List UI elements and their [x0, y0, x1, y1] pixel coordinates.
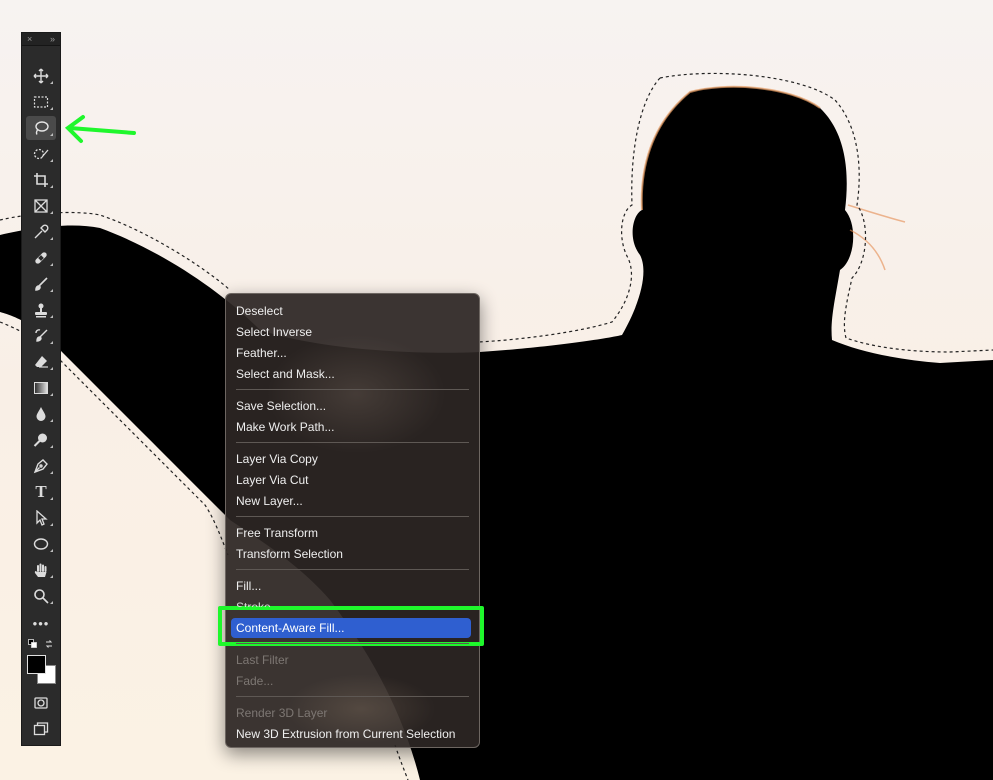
menu-item-save-selection[interactable]: Save Selection...	[236, 396, 326, 416]
menu-item-select-and-mask[interactable]: Select and Mask...	[236, 364, 335, 384]
pen-icon	[33, 459, 48, 474]
eyedropper-tool[interactable]	[26, 220, 56, 244]
menu-item-content-aware-fill[interactable]: Content-Aware Fill...	[231, 618, 471, 638]
ellipse-icon	[33, 538, 49, 550]
zoom-icon	[34, 589, 49, 604]
menu-item-last-filter: Last Filter	[236, 653, 289, 667]
path-selection-tool[interactable]	[26, 506, 56, 530]
pen-tool[interactable]	[26, 454, 56, 478]
photo-canvas[interactable]	[0, 0, 993, 780]
menu-item-stroke[interactable]: Stroke...	[236, 597, 281, 607]
menu-item-fill[interactable]: Fill...	[236, 576, 261, 596]
menu-separator	[236, 643, 469, 644]
menu-separator	[236, 389, 469, 390]
menu-item-select-inverse[interactable]: Select Inverse	[236, 322, 312, 342]
hand-tool[interactable]	[26, 558, 56, 582]
brush-tool[interactable]	[26, 272, 56, 296]
history-brush-tool[interactable]	[26, 324, 56, 348]
quick-select-icon	[33, 148, 49, 160]
type-icon: T	[35, 482, 47, 501]
gradient-tool[interactable]	[26, 376, 56, 400]
gradient-icon	[34, 382, 48, 394]
menu-item-render-3d-layer: Render 3D Layer	[236, 706, 328, 720]
lasso-tool[interactable]	[26, 116, 56, 140]
zoom-tool[interactable]	[26, 584, 56, 608]
menu-item-layer-via-cut[interactable]: Layer Via Cut	[236, 470, 309, 490]
move-icon	[33, 68, 49, 84]
context-menu: Deselect Select Inverse Feather... Selec…	[225, 293, 480, 748]
menu-separator	[236, 516, 469, 517]
drop-icon	[36, 407, 46, 421]
move-tool[interactable]	[26, 64, 56, 88]
frame-tool[interactable]	[26, 194, 56, 218]
frame-icon	[34, 199, 48, 213]
brush-icon	[35, 277, 48, 291]
default-colors-icon	[28, 639, 37, 648]
expand-panel-icon[interactable]: »	[50, 34, 55, 44]
arrow-cursor-icon	[36, 510, 48, 526]
swap-colors-icon	[45, 640, 53, 648]
stamp-icon	[35, 303, 47, 318]
panel-header: × »	[22, 33, 60, 46]
menu-item-fade: Fade...	[236, 674, 274, 688]
dodge-icon	[33, 433, 47, 447]
more-icon: •••	[32, 615, 50, 631]
menu-item-transform-selection[interactable]: Transform Selection	[236, 544, 343, 564]
menu-item-feather[interactable]: Feather...	[236, 343, 287, 363]
menu-separator	[236, 569, 469, 570]
menu-separator	[236, 442, 469, 443]
quick-selection-tool[interactable]	[26, 142, 56, 166]
menu-item-new-3d-extrusion[interactable]: New 3D Extrusion from Current Selection	[236, 724, 455, 744]
quick-mask-icon	[34, 697, 48, 709]
menu-item-new-layer[interactable]: New Layer...	[236, 491, 303, 511]
history-brush-icon	[35, 329, 48, 342]
bandage-icon	[35, 252, 47, 264]
crop-icon	[34, 173, 48, 187]
blur-tool[interactable]	[26, 402, 56, 426]
menu-item-free-transform[interactable]: Free Transform	[236, 523, 318, 543]
foreground-color-swatch[interactable]	[27, 655, 46, 674]
type-tool[interactable]: T	[26, 480, 56, 504]
hand-icon	[34, 563, 47, 577]
menu-separator	[236, 696, 469, 697]
crop-tool[interactable]	[26, 168, 56, 192]
dodge-tool[interactable]	[26, 428, 56, 452]
screen-mode-tool[interactable]	[26, 717, 56, 741]
swap-default-colors[interactable]	[26, 637, 56, 651]
rect-marquee-icon	[33, 96, 49, 108]
ellipse-tool[interactable]	[26, 532, 56, 556]
healing-tool[interactable]	[26, 246, 56, 270]
menu-item-make-work-path[interactable]: Make Work Path...	[236, 417, 334, 437]
marquee-tool[interactable]	[26, 90, 56, 114]
edit-toolbar[interactable]: •••	[26, 611, 56, 635]
eraser-tool[interactable]	[26, 350, 56, 374]
lasso-icon	[35, 121, 49, 135]
menu-item-layer-via-copy[interactable]: Layer Via Copy	[236, 449, 318, 469]
eraser-icon	[35, 356, 48, 368]
quick-mask-tool[interactable]	[26, 691, 56, 715]
stamp-tool[interactable]	[26, 298, 56, 322]
menu-item-deselect[interactable]: Deselect	[236, 301, 283, 321]
tools-panel: × » T •••	[21, 32, 61, 746]
eyedropper-icon	[34, 224, 49, 239]
close-panel-icon[interactable]: ×	[27, 34, 32, 44]
screen-mode-icon	[33, 722, 49, 736]
